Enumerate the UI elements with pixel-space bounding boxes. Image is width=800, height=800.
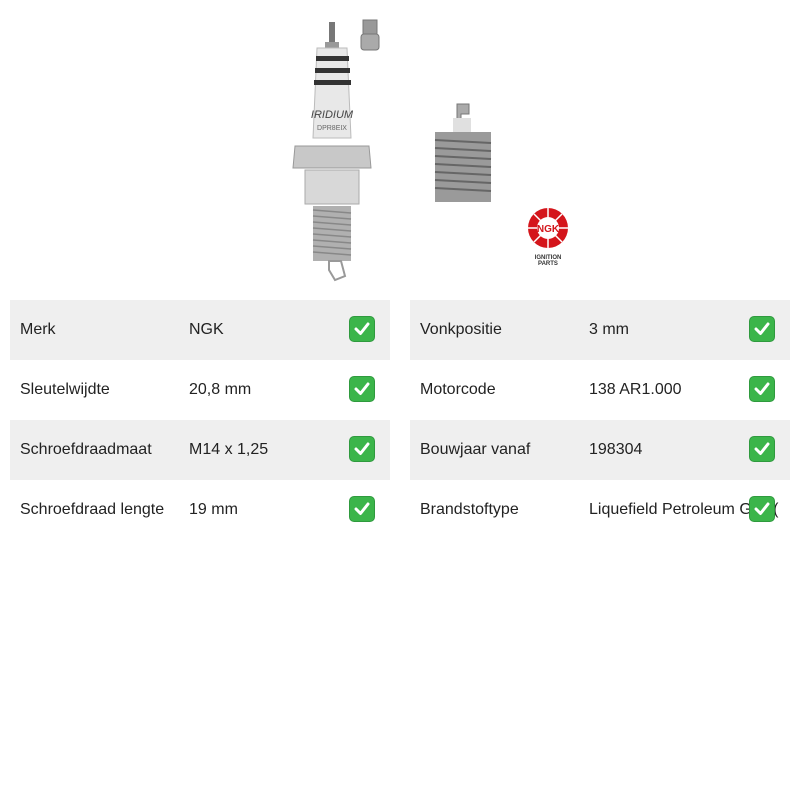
spec-row: Bouwjaar vanaf 198304	[410, 420, 790, 480]
spark-plug-image: IRIDIUM DPR8EIX	[292, 22, 372, 282]
check-icon	[749, 436, 775, 462]
spec-label: Motorcode	[420, 381, 496, 398]
spec-table-left: Merk NGK Sleutelwijdte 20,8 mm Schroefdr…	[10, 300, 390, 540]
spec-label: Brandstoftype	[420, 501, 519, 518]
check-icon	[349, 496, 375, 522]
spec-value: NGK	[189, 321, 224, 338]
spec-row: Brandstoftype Liquefield Petroleum Gas (	[410, 480, 790, 540]
spec-label: Vonkpositie	[420, 321, 502, 338]
check-icon	[749, 376, 775, 402]
terminal-nut-image	[360, 19, 380, 51]
spec-label: Merk	[20, 321, 56, 338]
spec-label: Schroefdraadmaat	[20, 441, 152, 458]
check-icon	[349, 376, 375, 402]
check-icon	[749, 316, 775, 342]
product-image-area: IRIDIUM DPR8EIX NGK IGNITION PARTS	[0, 0, 800, 290]
spec-value: 138 AR1.000	[589, 381, 682, 398]
spec-value: 20,8 mm	[189, 381, 252, 398]
spec-label: Schroefdraad lengte	[20, 501, 165, 518]
spec-label: Sleutelwijdte	[20, 381, 110, 398]
ngk-logo-text: NGK	[537, 224, 560, 235]
check-icon	[349, 316, 375, 342]
spec-value: M14 x 1,25	[189, 441, 269, 458]
spec-row: Vonkpositie 3 mm	[410, 300, 790, 360]
spec-value: 198304	[589, 441, 643, 458]
check-icon	[749, 496, 775, 522]
spec-row: Sleutelwijdte 20,8 mm	[10, 360, 390, 420]
check-icon	[349, 436, 375, 462]
spec-row: Schroefdraadmaat M14 x 1,25	[10, 420, 390, 480]
spec-table-right: Vonkpositie 3 mm Motorcode 138 AR1.000 B…	[410, 300, 790, 540]
spec-value: 3 mm	[589, 321, 629, 338]
electrode-closeup-image	[434, 103, 492, 202]
ngk-logo-subtext: IGNITION PARTS	[534, 255, 562, 267]
spec-value: 19 mm	[189, 501, 238, 518]
plug-model-text: DPR8EIX	[317, 125, 347, 132]
spec-row: Motorcode 138 AR1.000	[410, 360, 790, 420]
plug-print-text: IRIDIUM	[311, 109, 354, 121]
spec-row: Schroefdraad lengte 19 mm	[10, 480, 390, 540]
spec-row: Merk NGK	[10, 300, 390, 360]
spec-label: Bouwjaar vanaf	[420, 441, 531, 458]
